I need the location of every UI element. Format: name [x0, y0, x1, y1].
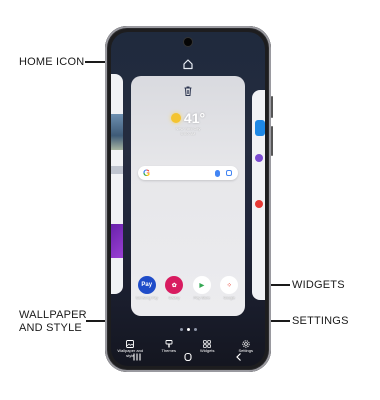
wallpaper-icon [125, 336, 135, 348]
left-page-purple-tile [111, 224, 123, 258]
page-dot-active [186, 328, 190, 331]
adjacent-page-left[interactable] [111, 74, 123, 294]
app-samsung-pay[interactable]: Pay Samsung Pay [134, 276, 160, 300]
right-page-blue-tile [255, 120, 265, 136]
page-dot [193, 328, 197, 331]
app-label: Samsung Pay [135, 296, 158, 300]
callout-wallpaper-line1: WALLPAPER [19, 309, 87, 321]
callout-settings: SETTINGS [292, 315, 349, 327]
weather-widget[interactable]: 41° New York City 6:00 AM [131, 110, 245, 136]
app-label: Google [223, 296, 236, 300]
mic-icon[interactable] [215, 169, 220, 177]
left-page-tile [111, 166, 123, 174]
left-page-photo [111, 114, 123, 150]
phone-screen: 41° New York City 6:00 AM G Pay Samsung … [111, 32, 265, 366]
recents-button[interactable] [130, 352, 144, 362]
home-icon[interactable] [182, 57, 194, 70]
page-dot [179, 328, 183, 331]
app-google[interactable]: ⁘ Google [216, 276, 242, 300]
google-logo: G [143, 168, 151, 178]
app-galaxy[interactable]: ✿ Galaxy [161, 276, 187, 300]
volume-button [271, 126, 273, 156]
lens-icon[interactable] [226, 169, 232, 176]
brush-icon [164, 336, 174, 348]
app-row: Pay Samsung Pay ✿ Galaxy ▶ Play Store ⁘ … [133, 276, 243, 300]
home-button[interactable] [181, 352, 195, 362]
adjacent-page-right[interactable] [252, 90, 265, 300]
callout-home-icon: HOME ICON [19, 56, 85, 68]
trash-icon[interactable] [182, 84, 194, 96]
back-button[interactable] [232, 352, 246, 362]
gear-icon [241, 336, 251, 348]
galaxy-flower-icon: ✿ [165, 276, 184, 294]
front-camera [184, 38, 192, 46]
right-page-purple-dot [255, 154, 263, 162]
app-label: Play Store [193, 296, 211, 300]
callout-wallpaper-and-style: WALLPAPER AND STYLE [19, 309, 87, 335]
navigation-bar [111, 352, 265, 362]
page-indicator [111, 328, 265, 331]
app-play-store[interactable]: ▶ Play Store [189, 276, 215, 300]
google-search-bar[interactable]: G [138, 166, 238, 180]
weather-time: 6:00 AM [180, 131, 196, 136]
right-page-red-dot [255, 200, 263, 208]
power-button [271, 96, 273, 118]
widgets-icon [202, 336, 212, 348]
callout-wallpaper-line2: AND STYLE [19, 322, 82, 334]
callout-widgets: WIDGETS [292, 279, 345, 291]
google-apps-icon: ⁘ [220, 276, 239, 294]
app-label: Galaxy [168, 296, 180, 300]
play-store-icon: ▶ [192, 276, 211, 294]
home-screen-preview[interactable]: 41° New York City 6:00 AM G Pay Samsung … [131, 76, 245, 316]
sun-icon [170, 113, 181, 123]
weather-temperature: 41° [183, 110, 206, 126]
phone-frame: 41° New York City 6:00 AM G Pay Samsung … [105, 26, 273, 372]
samsung-pay-icon: Pay [137, 276, 156, 294]
